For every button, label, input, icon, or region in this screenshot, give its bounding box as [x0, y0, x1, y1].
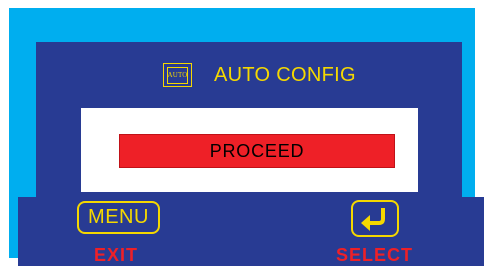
- osd-inner-panel: AUTO AUTO CONFIG PROCEED: [36, 42, 462, 197]
- page-title: AUTO CONFIG: [214, 63, 356, 86]
- auto-icon-text: AUTO: [167, 66, 188, 84]
- select-label: SELECT: [336, 245, 414, 265]
- auto-config-icon: AUTO: [163, 63, 192, 87]
- proceed-option[interactable]: PROCEED: [119, 134, 395, 168]
- title-row: AUTO AUTO CONFIG: [163, 63, 356, 87]
- button-bar: MENU EXIT SELECT: [18, 197, 484, 266]
- osd-frame: AUTO AUTO CONFIG PROCEED MENU EXIT SELEC…: [9, 8, 484, 266]
- enter-return-icon: [361, 207, 385, 231]
- exit-label: EXIT: [94, 245, 139, 265]
- menu-label: MENU: [88, 206, 149, 228]
- confirm-panel: PROCEED: [81, 108, 418, 192]
- osd-screen: AUTO AUTO CONFIG PROCEED MENU EXIT SELEC…: [0, 0, 484, 266]
- menu-button[interactable]: MENU: [77, 201, 160, 234]
- select-button[interactable]: [351, 200, 399, 237]
